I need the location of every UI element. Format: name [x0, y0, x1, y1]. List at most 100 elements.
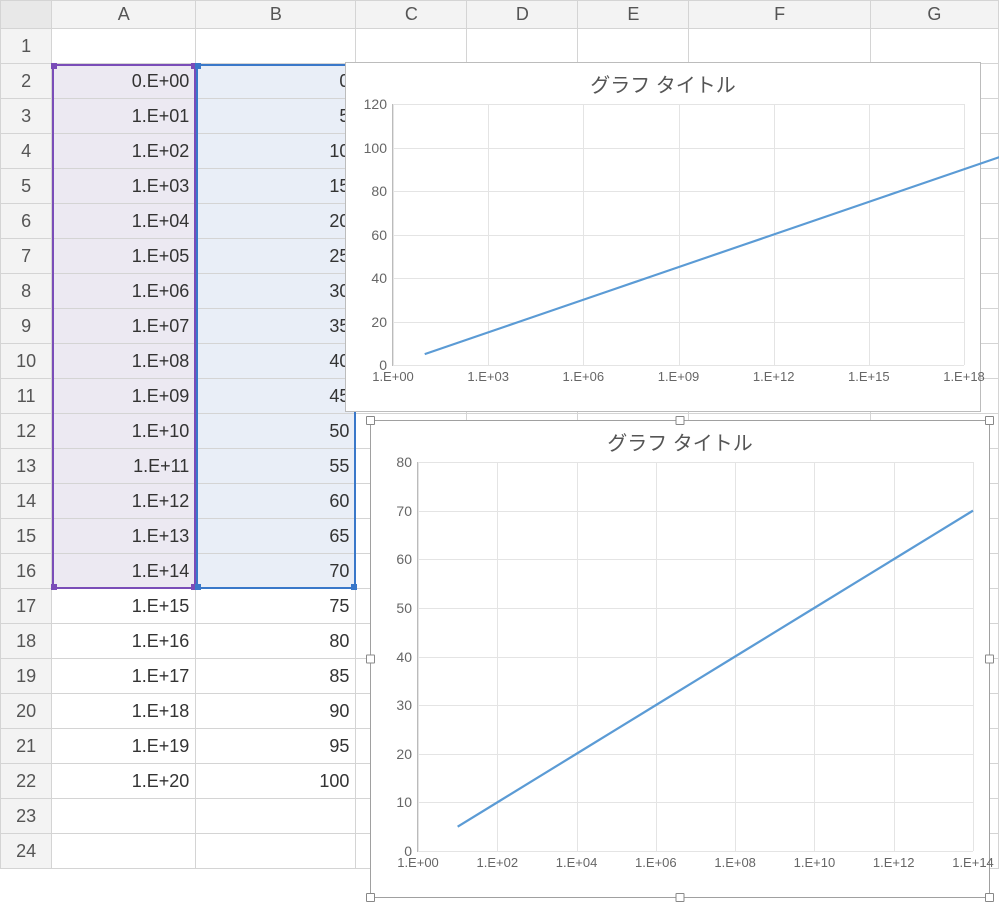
cell-B23[interactable]	[196, 799, 356, 834]
cell-B19[interactable]: 85	[196, 659, 356, 694]
y-tick-label: 40	[371, 270, 393, 286]
cell-A8[interactable]: 1.E+06	[52, 274, 196, 309]
cell-B14[interactable]: 60	[196, 484, 356, 519]
cell-B24[interactable]	[196, 834, 356, 869]
col-header-D[interactable]: D	[467, 1, 578, 29]
chart-1[interactable]: グラフ タイトル 0204060801001201.E+001.E+031.E+…	[345, 62, 981, 412]
row-header-24[interactable]: 24	[1, 834, 52, 869]
cell-B2[interactable]: 0	[196, 64, 356, 99]
cell-B16[interactable]: 70	[196, 554, 356, 589]
resize-handle-icon[interactable]	[676, 416, 685, 425]
cell-B22[interactable]: 100	[196, 764, 356, 799]
row-header-20[interactable]: 20	[1, 694, 52, 729]
row-header-14[interactable]: 14	[1, 484, 52, 519]
cell-A21[interactable]: 1.E+19	[52, 729, 196, 764]
cell-F1[interactable]	[689, 29, 870, 64]
cell-A24[interactable]	[52, 834, 196, 869]
select-all-corner[interactable]	[1, 1, 52, 29]
cell-B12[interactable]: 50	[196, 414, 356, 449]
resize-handle-icon[interactable]	[676, 893, 685, 902]
cell-B7[interactable]: 25	[196, 239, 356, 274]
cell-A20[interactable]: 1.E+18	[52, 694, 196, 729]
row-header-18[interactable]: 18	[1, 624, 52, 659]
cell-B11[interactable]: 45	[196, 379, 356, 414]
cell-A11[interactable]: 1.E+09	[52, 379, 196, 414]
row-header-23[interactable]: 23	[1, 799, 52, 834]
cell-B9[interactable]: 35	[196, 309, 356, 344]
row-header-12[interactable]: 12	[1, 414, 52, 449]
row-header-7[interactable]: 7	[1, 239, 52, 274]
row-header-2[interactable]: 2	[1, 64, 52, 99]
row-header-10[interactable]: 10	[1, 344, 52, 379]
cell-A10[interactable]: 1.E+08	[52, 344, 196, 379]
cell-C1[interactable]	[356, 29, 467, 64]
resize-handle-icon[interactable]	[985, 655, 994, 664]
row-header-22[interactable]: 22	[1, 764, 52, 799]
chart-1-plot-area[interactable]: 0204060801001201.E+001.E+031.E+061.E+091…	[392, 104, 964, 366]
cell-B17[interactable]: 75	[196, 589, 356, 624]
cell-B18[interactable]: 80	[196, 624, 356, 659]
resize-handle-icon[interactable]	[366, 893, 375, 902]
row-header-15[interactable]: 15	[1, 519, 52, 554]
cell-B3[interactable]: 5	[196, 99, 356, 134]
row-header-19[interactable]: 19	[1, 659, 52, 694]
cell-D1[interactable]	[467, 29, 578, 64]
cell-A13[interactable]: 1.E+11	[52, 449, 196, 484]
row-header-17[interactable]: 17	[1, 589, 52, 624]
cell-A1[interactable]	[52, 29, 196, 64]
cell-B5[interactable]: 15	[196, 169, 356, 204]
cell-A16[interactable]: 1.E+14	[52, 554, 196, 589]
resize-handle-icon[interactable]	[985, 893, 994, 902]
resize-handle-icon[interactable]	[366, 655, 375, 664]
row-header-16[interactable]: 16	[1, 554, 52, 589]
row-header-4[interactable]: 4	[1, 134, 52, 169]
cell-B8[interactable]: 30	[196, 274, 356, 309]
col-header-E[interactable]: E	[578, 1, 689, 29]
cell-A6[interactable]: 1.E+04	[52, 204, 196, 239]
resize-handle-icon[interactable]	[985, 416, 994, 425]
cell-A4[interactable]: 1.E+02	[52, 134, 196, 169]
cell-A9[interactable]: 1.E+07	[52, 309, 196, 344]
chart-2-plot-area[interactable]: 010203040506070801.E+001.E+021.E+041.E+0…	[417, 462, 973, 852]
cell-A14[interactable]: 1.E+12	[52, 484, 196, 519]
cell-B21[interactable]: 95	[196, 729, 356, 764]
cell-A7[interactable]: 1.E+05	[52, 239, 196, 274]
col-header-B[interactable]: B	[196, 1, 356, 29]
cell-A12[interactable]: 1.E+10	[52, 414, 196, 449]
cell-B10[interactable]: 40	[196, 344, 356, 379]
cell-A5[interactable]: 1.E+03	[52, 169, 196, 204]
cell-B13[interactable]: 55	[196, 449, 356, 484]
chart-2[interactable]: グラフ タイトル 010203040506070801.E+001.E+021.…	[370, 420, 990, 898]
row-header-21[interactable]: 21	[1, 729, 52, 764]
row-header-3[interactable]: 3	[1, 99, 52, 134]
cell-G1[interactable]	[870, 29, 998, 64]
row-header-6[interactable]: 6	[1, 204, 52, 239]
cell-B15[interactable]: 65	[196, 519, 356, 554]
row-header-9[interactable]: 9	[1, 309, 52, 344]
cell-A17[interactable]: 1.E+15	[52, 589, 196, 624]
row-header-11[interactable]: 11	[1, 379, 52, 414]
cell-B6[interactable]: 20	[196, 204, 356, 239]
cell-E1[interactable]	[578, 29, 689, 64]
cell-A2[interactable]: 0.E+00	[52, 64, 196, 99]
cell-B20[interactable]: 90	[196, 694, 356, 729]
y-tick-label: 20	[371, 314, 393, 330]
cell-B4[interactable]: 10	[196, 134, 356, 169]
cell-B1[interactable]	[196, 29, 356, 64]
cell-A18[interactable]: 1.E+16	[52, 624, 196, 659]
cell-A23[interactable]	[52, 799, 196, 834]
row-header-13[interactable]: 13	[1, 449, 52, 484]
col-header-A[interactable]: A	[52, 1, 196, 29]
col-header-F[interactable]: F	[689, 1, 870, 29]
row-header-1[interactable]: 1	[1, 29, 52, 64]
col-header-C[interactable]: C	[356, 1, 467, 29]
cell-A15[interactable]: 1.E+13	[52, 519, 196, 554]
x-tick-label: 1.E+06	[635, 851, 677, 870]
cell-A22[interactable]: 1.E+20	[52, 764, 196, 799]
row-header-5[interactable]: 5	[1, 169, 52, 204]
row-header-8[interactable]: 8	[1, 274, 52, 309]
col-header-G[interactable]: G	[870, 1, 998, 29]
cell-A3[interactable]: 1.E+01	[52, 99, 196, 134]
resize-handle-icon[interactable]	[366, 416, 375, 425]
cell-A19[interactable]: 1.E+17	[52, 659, 196, 694]
